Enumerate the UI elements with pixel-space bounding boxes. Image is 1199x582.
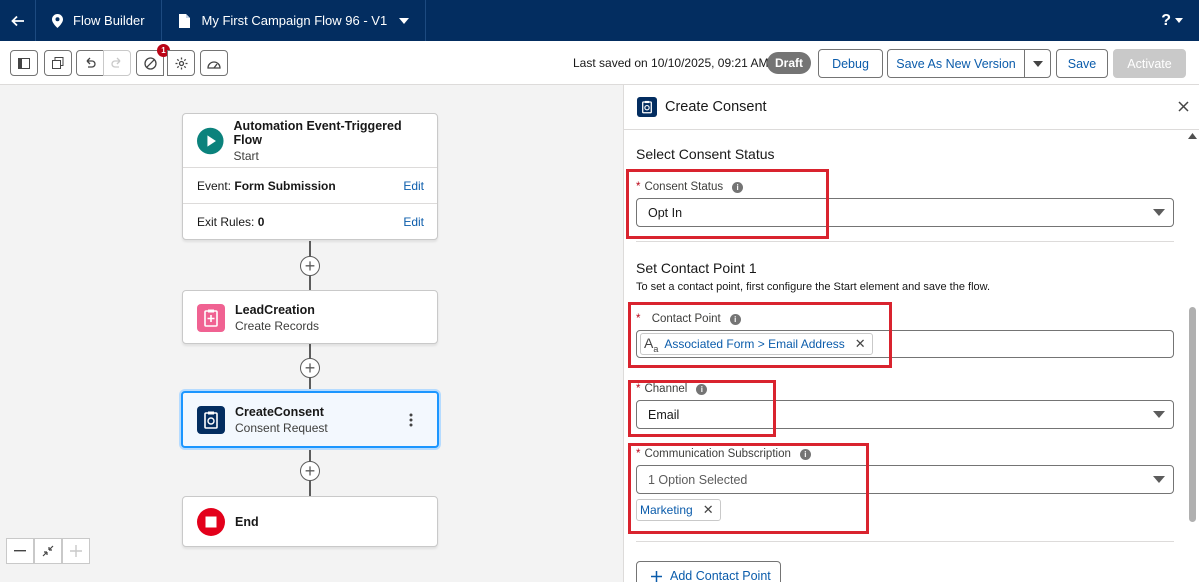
event-row: Event: Form Submission Edit bbox=[183, 167, 437, 203]
top-bar: Flow Builder My First Campaign Flow 96 -… bbox=[0, 0, 1199, 41]
element-properties-panel: Create Consent Select Consent Status * Co… bbox=[623, 85, 1199, 582]
status-badge: Draft bbox=[767, 52, 811, 74]
flow-name-menu[interactable]: My First Campaign Flow 96 - V1 bbox=[162, 0, 427, 41]
start-node[interactable]: Automation Event-Triggered Flow Start Ev… bbox=[182, 113, 438, 240]
end-node-title: End bbox=[235, 515, 259, 529]
lead-creation-node[interactable]: LeadCreation Create Records bbox=[182, 290, 438, 344]
errors-button[interactable]: 1 bbox=[136, 44, 170, 76]
panel-icon bbox=[18, 57, 30, 69]
help-icon: ? bbox=[1161, 11, 1171, 29]
help-menu[interactable]: ? bbox=[1161, 0, 1183, 41]
save-as-new-version-button[interactable]: Save As New Version bbox=[887, 49, 1025, 78]
minus-icon bbox=[14, 550, 26, 552]
exit-rules-row: Exit Rules: 0 Edit bbox=[183, 203, 437, 239]
fit-view-button[interactable] bbox=[34, 538, 62, 564]
create-consent-subtitle: Consent Request bbox=[235, 421, 328, 435]
create-consent-node[interactable]: CreateConsent Consent Request bbox=[181, 391, 439, 448]
flow-builder-tab[interactable]: Flow Builder bbox=[36, 0, 162, 41]
consent-icon bbox=[637, 97, 657, 117]
add-element-button[interactable]: + bbox=[300, 461, 320, 481]
scrollbar-thumb[interactable] bbox=[1189, 307, 1196, 522]
annotation-box bbox=[628, 380, 776, 437]
annotation-box bbox=[628, 443, 869, 534]
exit-rules-label: Exit Rules: bbox=[197, 214, 255, 229]
create-records-icon bbox=[197, 304, 225, 332]
end-node[interactable]: End bbox=[182, 496, 438, 547]
start-node-subtitle: Start bbox=[233, 148, 259, 163]
consent-icon bbox=[197, 406, 225, 434]
close-panel-button[interactable] bbox=[1178, 99, 1189, 117]
chevron-down-icon bbox=[1153, 476, 1165, 483]
chevron-down-icon bbox=[1153, 411, 1165, 418]
start-node-title: Automation Event-Triggered Flow bbox=[233, 118, 402, 147]
edit-exit-rules-link[interactable]: Edit bbox=[403, 215, 424, 229]
location-pin-icon bbox=[52, 13, 63, 28]
copy-icon bbox=[52, 57, 64, 69]
event-label: Event: bbox=[197, 178, 232, 193]
flow-canvas[interactable]: + + + Automation Event-Triggered Flow St… bbox=[0, 85, 622, 582]
zoom-in-button[interactable] bbox=[62, 538, 90, 564]
contact-point-help: To set a contact point, first configure … bbox=[636, 281, 991, 293]
scroll-up-icon[interactable] bbox=[1188, 133, 1197, 139]
save-options-button[interactable] bbox=[1024, 49, 1051, 78]
document-icon bbox=[178, 13, 190, 28]
zoom-controls bbox=[6, 538, 90, 564]
gear-icon bbox=[175, 57, 187, 69]
redo-button[interactable] bbox=[103, 50, 131, 76]
lead-creation-title: LeadCreation bbox=[235, 303, 315, 317]
divider bbox=[636, 541, 1174, 542]
chevron-down-icon bbox=[1153, 209, 1165, 216]
save-button[interactable]: Save bbox=[1056, 49, 1108, 78]
zoom-out-button[interactable] bbox=[6, 538, 34, 564]
contract-icon bbox=[42, 545, 54, 557]
gauge-icon bbox=[207, 60, 221, 69]
chevron-down-icon bbox=[1032, 60, 1043, 67]
add-contact-point-button[interactable]: Add Contact Point bbox=[636, 561, 781, 582]
stop-icon bbox=[197, 508, 225, 536]
close-icon bbox=[1178, 101, 1189, 112]
last-saved-text: Last saved on 10/10/2025, 09:21 AM bbox=[573, 56, 769, 70]
app-name: Flow Builder bbox=[73, 13, 145, 28]
activate-button[interactable]: Activate bbox=[1113, 49, 1186, 78]
lead-creation-subtitle: Create Records bbox=[235, 319, 320, 333]
consent-status-section-title: Select Consent Status bbox=[636, 146, 775, 162]
back-arrow-icon bbox=[10, 15, 24, 26]
create-consent-title: CreateConsent bbox=[235, 405, 324, 419]
panel-title: Create Consent bbox=[665, 99, 767, 115]
play-icon bbox=[197, 127, 224, 154]
toolbar: 1 Last saved on 10/10/2025, 09:21 AM Dra… bbox=[0, 41, 1199, 85]
chevron-down-icon bbox=[399, 17, 410, 24]
redo-icon bbox=[111, 57, 121, 68]
annotation-box bbox=[628, 302, 892, 368]
edit-event-link[interactable]: Edit bbox=[403, 179, 424, 193]
plus-icon bbox=[70, 545, 82, 557]
more-actions-icon[interactable] bbox=[409, 413, 413, 427]
toggle-panel-button[interactable] bbox=[10, 50, 38, 76]
divider bbox=[636, 241, 1174, 242]
blocked-icon bbox=[143, 56, 157, 70]
undo-button[interactable] bbox=[76, 50, 104, 76]
add-element-button[interactable]: + bbox=[300, 358, 320, 378]
settings-button[interactable] bbox=[167, 50, 195, 76]
debug-button[interactable]: Debug bbox=[818, 49, 883, 78]
annotation-box bbox=[626, 169, 829, 239]
add-element-button[interactable]: + bbox=[300, 256, 320, 276]
plus-icon bbox=[651, 570, 662, 582]
add-contact-point-label: Add Contact Point bbox=[670, 569, 771, 582]
panel-header: Create Consent bbox=[624, 85, 1199, 130]
undo-icon bbox=[86, 57, 96, 68]
chevron-down-icon bbox=[1175, 18, 1183, 23]
flow-name: My First Campaign Flow 96 - V1 bbox=[201, 13, 388, 28]
event-value: Form Submission bbox=[234, 178, 336, 193]
back-button[interactable] bbox=[0, 0, 36, 41]
exit-rules-value: 0 bbox=[257, 214, 265, 229]
copy-button[interactable] bbox=[44, 50, 72, 76]
contact-point-section-title: Set Contact Point 1 bbox=[636, 260, 757, 276]
performance-button[interactable] bbox=[200, 50, 228, 76]
